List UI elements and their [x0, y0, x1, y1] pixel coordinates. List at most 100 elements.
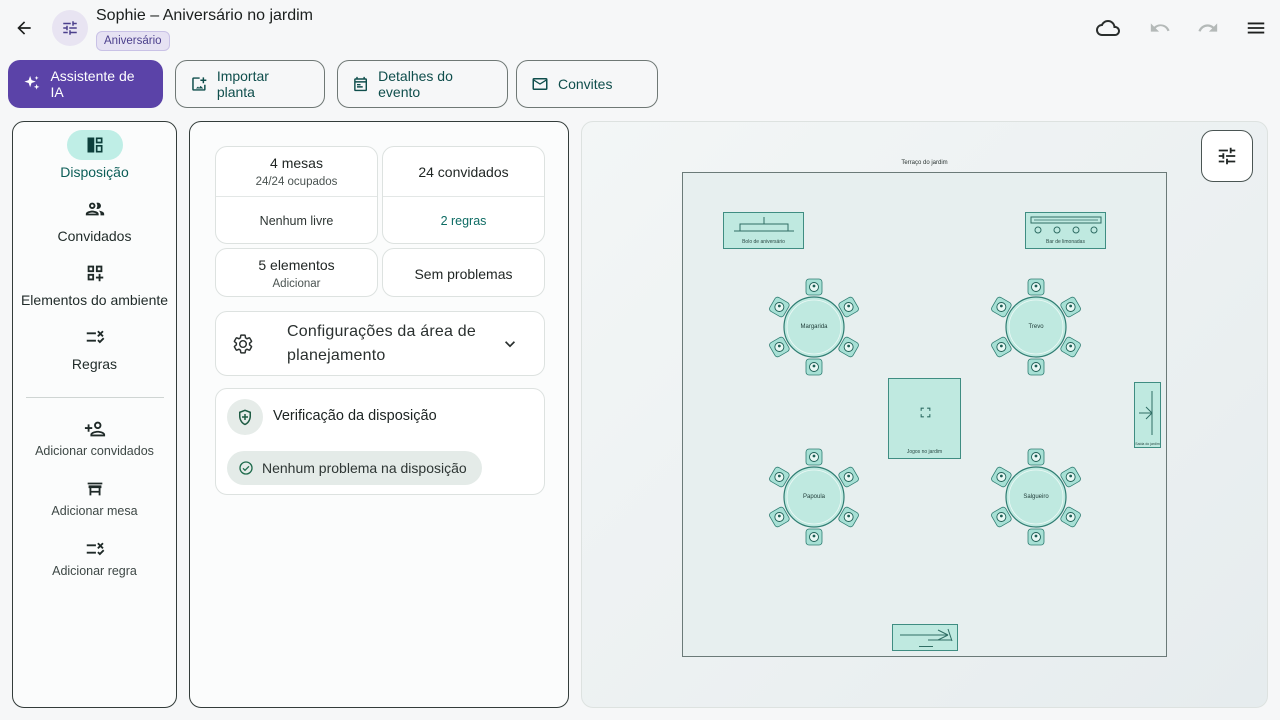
bar-icon — [1030, 216, 1102, 234]
element-cake[interactable]: Bolo de aniversário — [723, 212, 804, 249]
add-guests-button[interactable]: Adicionar convidados — [13, 418, 176, 458]
chevron-down-icon — [505, 341, 515, 348]
rail-divider — [26, 397, 164, 398]
import-plan-button[interactable]: Importar planta — [175, 60, 325, 108]
navigation-rail: Disposição Convidados Elementos do ambie… — [12, 121, 177, 708]
occupied-count: 24/24 ocupados — [255, 176, 338, 188]
rail-elements-label: Elementos do ambiente — [20, 292, 169, 308]
invites-label: Convites — [558, 76, 613, 92]
guests-count: 24 convidados — [418, 164, 509, 180]
redo-button[interactable] — [1192, 12, 1224, 44]
ai-assistant-button[interactable]: Assistente de IA — [8, 60, 163, 108]
stat-divider — [216, 196, 377, 197]
rule-icon — [86, 330, 104, 344]
menu-button[interactable] — [1240, 12, 1272, 44]
rules-count-link[interactable]: 2 regras — [383, 214, 544, 228]
chair[interactable] — [805, 448, 823, 466]
widgets-add-icon — [87, 265, 103, 282]
floor-plan-canvas[interactable]: Terraço do jardim Bolo de aniversário Ba… — [581, 121, 1268, 708]
shield-badge — [227, 399, 263, 435]
add-rule-label: Adicionar regra — [52, 564, 137, 578]
rules-pill — [67, 322, 123, 352]
no-problems-text: Nenhum problema na disposição — [262, 460, 467, 476]
no-problems-chip: Nenhum problema na disposição — [227, 451, 482, 485]
invites-button[interactable]: Convites — [516, 60, 658, 108]
table-trevo[interactable]: Trevo — [986, 277, 1086, 377]
chair[interactable] — [1027, 278, 1045, 296]
chair[interactable] — [1027, 528, 1045, 546]
add-guests-label: Adicionar convidados — [35, 444, 154, 458]
rule-add-icon — [86, 542, 104, 556]
problems-stat-card[interactable]: Sem problemas — [382, 248, 545, 297]
guests-pill — [67, 194, 123, 224]
canvas-settings-button[interactable] — [1201, 130, 1253, 182]
element-bar[interactable]: Bar de limonadas — [1025, 212, 1106, 249]
ai-assistant-label: Assistente de IA — [50, 68, 135, 100]
rail-item-guests[interactable]: Convidados — [13, 194, 176, 244]
table-label: Trevo — [1028, 324, 1044, 330]
table-label: Salgueiro — [1023, 494, 1049, 500]
arrow-left-icon — [17, 21, 31, 35]
rail-item-layout[interactable]: Disposição — [13, 130, 176, 180]
event-details-button[interactable]: Detalhes do evento — [337, 60, 508, 108]
add-table-button[interactable]: Adicionar mesa — [13, 478, 176, 518]
fullscreen-icon — [920, 407, 931, 418]
table-salgueiro[interactable]: Salgueiro — [986, 447, 1086, 547]
add-element-link[interactable]: Adicionar — [216, 278, 377, 290]
calendar-icon — [354, 76, 367, 92]
tables-stat-card[interactable]: 4 mesas 24/24 ocupados Nenhum livre — [215, 146, 378, 244]
layout-check-card: Verificação da disposição Nenhum problem… — [215, 388, 545, 495]
exit-arrow-icon — [1139, 391, 1153, 435]
layout-check-title: Verificação da disposição — [273, 408, 437, 424]
planning-settings-accordion[interactable]: Configurações da área de planejamento — [215, 311, 545, 376]
chair[interactable] — [1027, 358, 1045, 376]
table-margarida[interactable]: Margarida — [764, 277, 864, 377]
elements-stat-card[interactable]: 5 elementos Adicionar — [215, 248, 378, 297]
chair[interactable] — [805, 528, 823, 546]
event-details-label: Detalhes do evento — [378, 68, 453, 100]
check-circle-icon — [239, 461, 253, 475]
undo-button[interactable] — [1144, 12, 1176, 44]
chair[interactable] — [805, 278, 823, 296]
free-seats: Nenhum livre — [259, 214, 334, 228]
side-exit-label: Saída do jardim — [1135, 442, 1160, 446]
table-papoula[interactable]: Papoula — [764, 447, 864, 547]
chair[interactable] — [805, 358, 823, 376]
shield-icon — [239, 409, 251, 426]
cloud-sync-button[interactable] — [1092, 12, 1124, 44]
chair[interactable] — [1027, 448, 1045, 466]
elements-pill — [67, 258, 123, 288]
tables-count: 4 mesas — [270, 155, 323, 171]
table-label: Papoula — [802, 494, 826, 500]
gear-icon — [233, 334, 253, 354]
table-icon — [87, 482, 102, 496]
add-table-label: Adicionar mesa — [51, 504, 138, 518]
sparkle-icon — [24, 75, 40, 90]
rail-item-elements[interactable]: Elementos do ambiente — [13, 258, 176, 308]
cloud-icon — [1096, 20, 1120, 36]
redo-icon — [1198, 23, 1218, 32]
image-import-icon — [192, 77, 207, 91]
element-entrance[interactable] — [892, 624, 958, 651]
rail-item-rules[interactable]: Regras — [13, 322, 176, 372]
layout-pill — [66, 130, 123, 160]
back-button[interactable] — [8, 12, 40, 44]
cake-label: Bolo de aniversário — [742, 239, 785, 245]
people-icon — [85, 202, 104, 216]
cake-icon — [734, 217, 794, 232]
entrance-arrow-icon — [900, 628, 953, 642]
entrance-label-line — [919, 646, 933, 647]
add-rule-button[interactable]: Adicionar regra — [13, 538, 176, 578]
guests-stat-card[interactable]: 24 convidados 2 regras — [382, 146, 545, 244]
rail-guests-label: Convidados — [57, 228, 132, 244]
room-title: Terraço do jardim — [901, 160, 948, 166]
event-settings-button[interactable] — [52, 10, 88, 46]
rail-layout-label: Disposição — [60, 164, 129, 180]
layout-panel: 4 mesas 24/24 ocupados Nenhum livre 24 c… — [189, 121, 569, 708]
rail-rules-label: Regras — [71, 356, 118, 372]
stat-divider — [383, 196, 544, 197]
element-side-exit[interactable]: Saída do jardim — [1134, 382, 1161, 448]
planning-settings-label: Configurações da área de planejamento — [287, 323, 476, 364]
tune-icon — [63, 21, 77, 35]
element-games[interactable]: Jogos no jardim — [888, 378, 961, 459]
